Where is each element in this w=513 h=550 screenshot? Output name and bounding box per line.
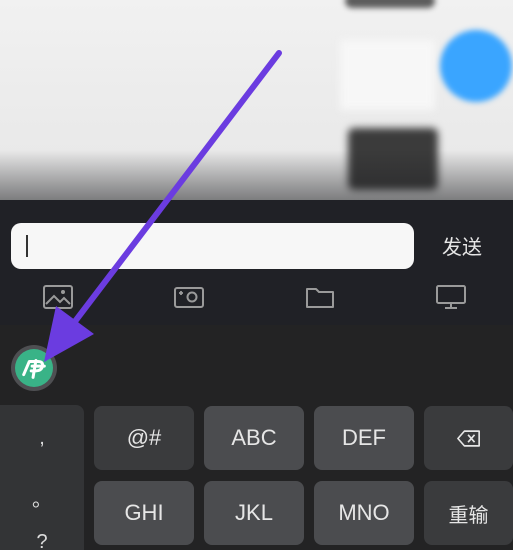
key-symbols[interactable]: @#: [94, 406, 194, 470]
key-ghi[interactable]: GHI: [94, 481, 194, 545]
message-input-bar: 发送: [0, 200, 513, 325]
punct-key[interactable]: ,: [0, 427, 84, 450]
blurred-element: [345, 0, 435, 8]
send-button[interactable]: 发送: [432, 232, 492, 262]
background-fade: [0, 150, 513, 205]
punct-key[interactable]: ?: [0, 531, 84, 550]
reinput-key[interactable]: 重输: [424, 481, 513, 545]
message-input[interactable]: [11, 223, 414, 269]
key-abc[interactable]: ABC: [204, 406, 304, 470]
swype-logo-icon[interactable]: [11, 345, 57, 391]
keyboard: , 。 ? @# ABC DEF GHI JKL MNO 重输: [0, 325, 513, 550]
blurred-avatar: [440, 30, 512, 102]
key-jkl[interactable]: JKL: [204, 481, 304, 545]
punct-key[interactable]: 。: [0, 483, 84, 512]
punctuation-column: , 。 ?: [0, 405, 84, 550]
logo-badge: [15, 349, 53, 387]
chat-background: [0, 0, 513, 205]
blurred-message-bubble: [340, 40, 435, 110]
backspace-icon: [456, 429, 480, 447]
screen-icon[interactable]: [434, 283, 468, 311]
camera-icon[interactable]: [172, 283, 206, 311]
backspace-key[interactable]: [424, 406, 513, 470]
text-caret: [26, 235, 28, 257]
key-def[interactable]: DEF: [314, 406, 414, 470]
image-icon[interactable]: [41, 283, 75, 311]
key-mno[interactable]: MNO: [314, 481, 414, 545]
folder-icon[interactable]: [303, 283, 337, 311]
